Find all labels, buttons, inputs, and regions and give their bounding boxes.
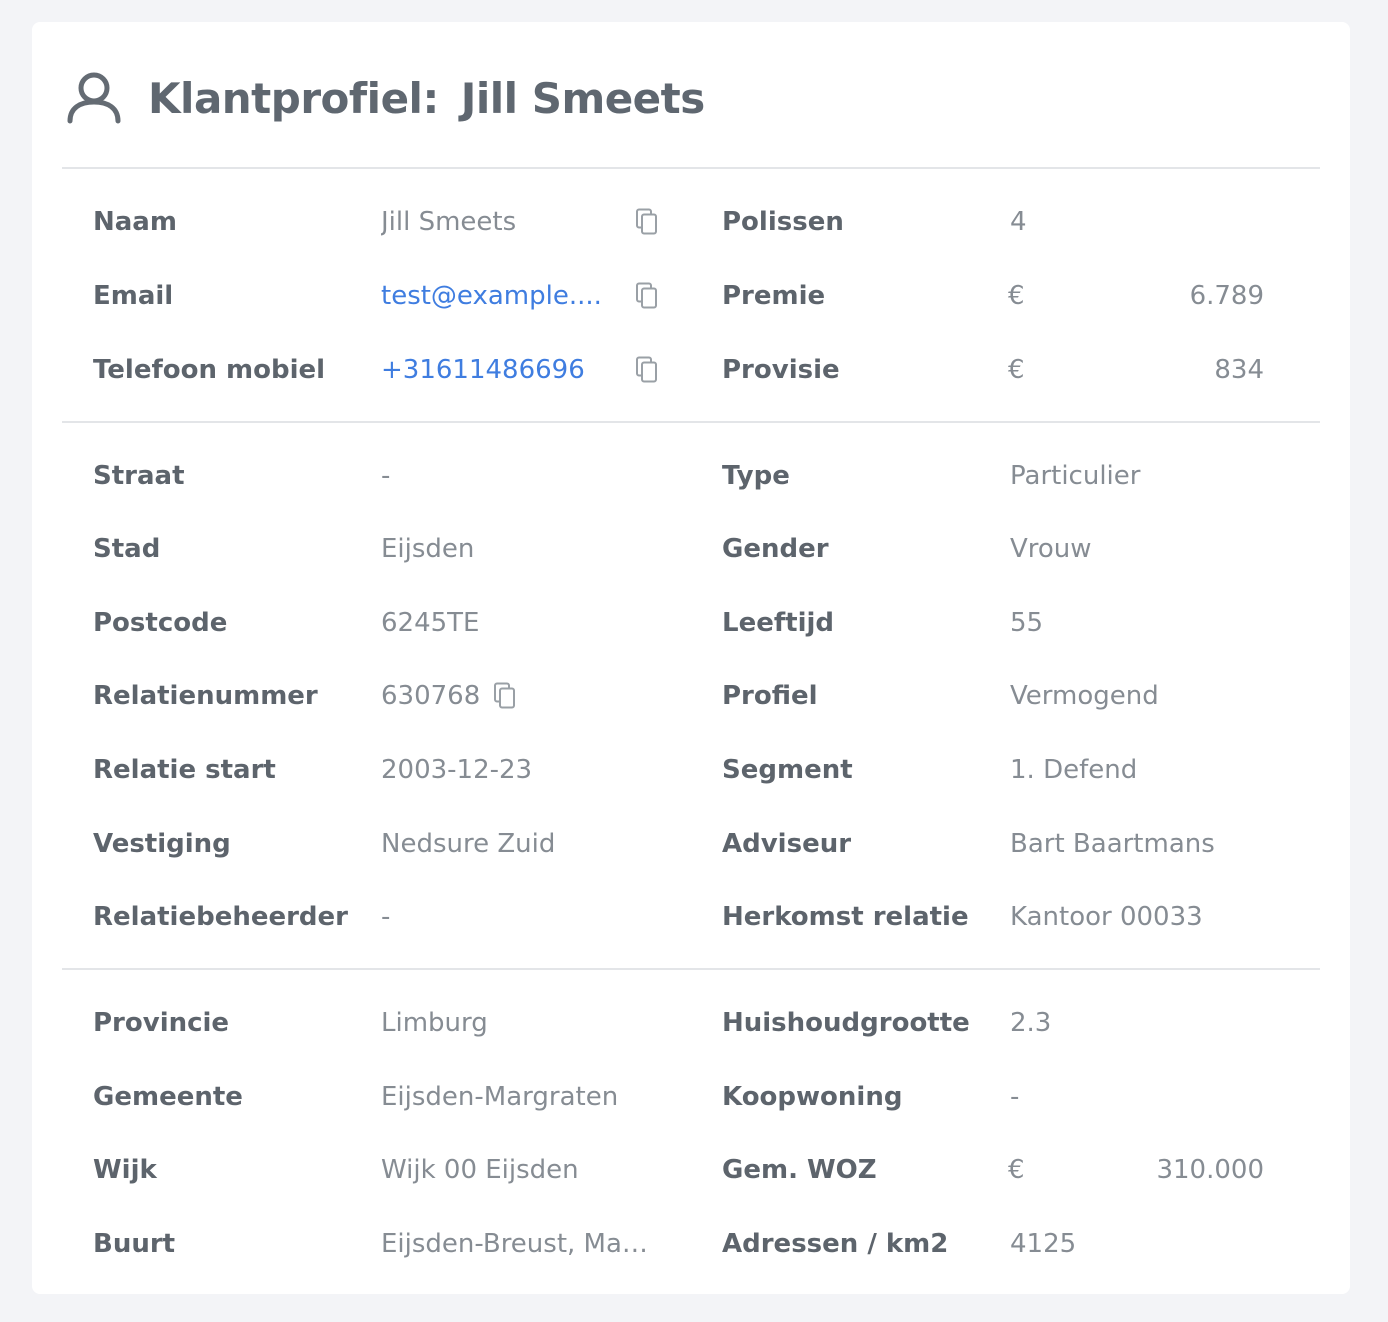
detail-value: 55 (1010, 608, 1044, 638)
detail-label: Segment (722, 755, 853, 785)
detail-value: Particulier (1010, 461, 1141, 491)
region-label: Koopwoning (722, 1082, 903, 1112)
customer-profile-card: Klantprofiel: Jill Smeets Naam Jill Smeet… (32, 22, 1350, 1294)
detail-label: Profiel (722, 681, 818, 711)
row-phone: Telefoon mobiel +31611486696 Provisie € … (32, 350, 1350, 390)
detail-label: Straat (93, 461, 185, 491)
name-value: Jill Smeets (381, 207, 517, 237)
region-label: Buurt (93, 1229, 176, 1259)
detail-value: 1. Defend (1010, 755, 1138, 785)
copy-email-icon[interactable] (635, 282, 659, 310)
region-value: Eijsden-Breust, Maa... (381, 1229, 661, 1259)
commission-value: 834 (1214, 355, 1264, 385)
page-title: Klantprofiel: Jill Smeets (148, 74, 705, 123)
copy-phone-icon[interactable] (635, 356, 659, 384)
detail-value: - (381, 461, 391, 491)
row-region: Provincie Limburg Huishoudgrootte 2.3 (32, 1003, 1350, 1043)
premium-currency: € (1008, 281, 1025, 311)
phone-link[interactable]: +31611486696 (381, 350, 585, 390)
region-label: Gemeente (93, 1082, 243, 1112)
policies-value: 4 (1010, 207, 1027, 237)
copy-relation-number-icon[interactable] (493, 682, 517, 710)
detail-value: Kantoor 00033 (1010, 902, 1203, 932)
row-details: Stad Eijsden Gender Vrouw (32, 529, 1350, 569)
row-details: Relatienummer 630768 Profiel Vermogend (32, 676, 1350, 716)
row-details: Straat - Type Particulier (32, 456, 1350, 496)
row-details: Postcode 6245TE Leeftijd 55 (32, 603, 1350, 643)
region-value: Eijsden-Margraten (381, 1082, 619, 1112)
region-label: Huishoudgrootte (722, 1008, 970, 1038)
customer-name: Jill Smeets (460, 73, 706, 123)
user-icon (67, 72, 121, 124)
email-label: Email (93, 281, 174, 311)
name-label: Naam (93, 207, 177, 237)
relation-number-value: 630768 (381, 681, 481, 711)
card-header: Klantprofiel: Jill Smeets (64, 70, 705, 126)
detail-value: Vermogend (1010, 681, 1159, 711)
detail-value: Eijsden (381, 534, 475, 564)
row-region: Gemeente Eijsden-Margraten Koopwoning - (32, 1077, 1350, 1117)
region-label: Gem. WOZ (722, 1155, 877, 1185)
detail-label: Stad (93, 534, 161, 564)
row-region: Wijk Wijk 00 Eijsden Gem. WOZ € 310.000 (32, 1150, 1350, 1190)
section-divider (62, 167, 1320, 169)
row-region: Buurt Eijsden-Breust, Maa... Adressen / … (32, 1224, 1350, 1264)
policies-label: Polissen (722, 207, 844, 237)
email-link[interactable]: test@example.... (381, 276, 602, 316)
region-value: Wijk 00 Eijsden (381, 1155, 579, 1185)
row-details: Vestiging Nedsure Zuid Adviseur Bart Baa… (32, 824, 1350, 864)
region-value: 4125 (1010, 1229, 1077, 1259)
row-details: Relatie start 2003-12-23 Segment 1. Defe… (32, 750, 1350, 790)
region-value: Limburg (381, 1008, 488, 1038)
phone-label: Telefoon mobiel (93, 355, 326, 385)
detail-label: Gender (722, 534, 829, 564)
title-prefix: Klantprofiel: (148, 73, 439, 123)
detail-label: Postcode (93, 608, 228, 638)
detail-label: Herkomst relatie (722, 902, 969, 932)
detail-value: Bart Baartmans (1010, 829, 1215, 859)
detail-label: Type (722, 461, 790, 491)
detail-label: Relatienummer (93, 681, 318, 711)
detail-value: Vrouw (1010, 534, 1092, 564)
detail-value: Nedsure Zuid (381, 829, 556, 859)
section-divider (62, 421, 1320, 423)
detail-value: 6245TE (381, 608, 480, 638)
row-details: Relatiebeheerder - Herkomst relatie Kant… (32, 897, 1350, 937)
detail-value: 2003-12-23 (381, 755, 533, 785)
section-divider (62, 968, 1320, 970)
region-value: 2.3 (1010, 1008, 1052, 1038)
copy-name-icon[interactable] (635, 208, 659, 236)
region-value: - (1010, 1082, 1020, 1112)
region-label: Wijk (93, 1155, 157, 1185)
commission-currency: € (1008, 355, 1025, 385)
premium-value: 6.789 (1189, 281, 1264, 311)
detail-label: Vestiging (93, 829, 231, 859)
commission-label: Provisie (722, 355, 840, 385)
woz-currency: € (1008, 1155, 1025, 1185)
premium-label: Premie (722, 281, 826, 311)
detail-value: - (381, 902, 391, 932)
detail-label: Relatiebeheerder (93, 902, 348, 932)
row-name: Naam Jill Smeets Polissen 4 (32, 202, 1350, 242)
row-email: Email test@example.... Premie € 6.789 (32, 276, 1350, 316)
detail-label: Relatie start (93, 755, 276, 785)
region-label: Adressen / km2 (722, 1229, 949, 1259)
detail-label: Leeftijd (722, 608, 835, 638)
region-label: Provincie (93, 1008, 230, 1038)
detail-label: Adviseur (722, 829, 852, 859)
woz-value: 310.000 (1156, 1155, 1264, 1185)
